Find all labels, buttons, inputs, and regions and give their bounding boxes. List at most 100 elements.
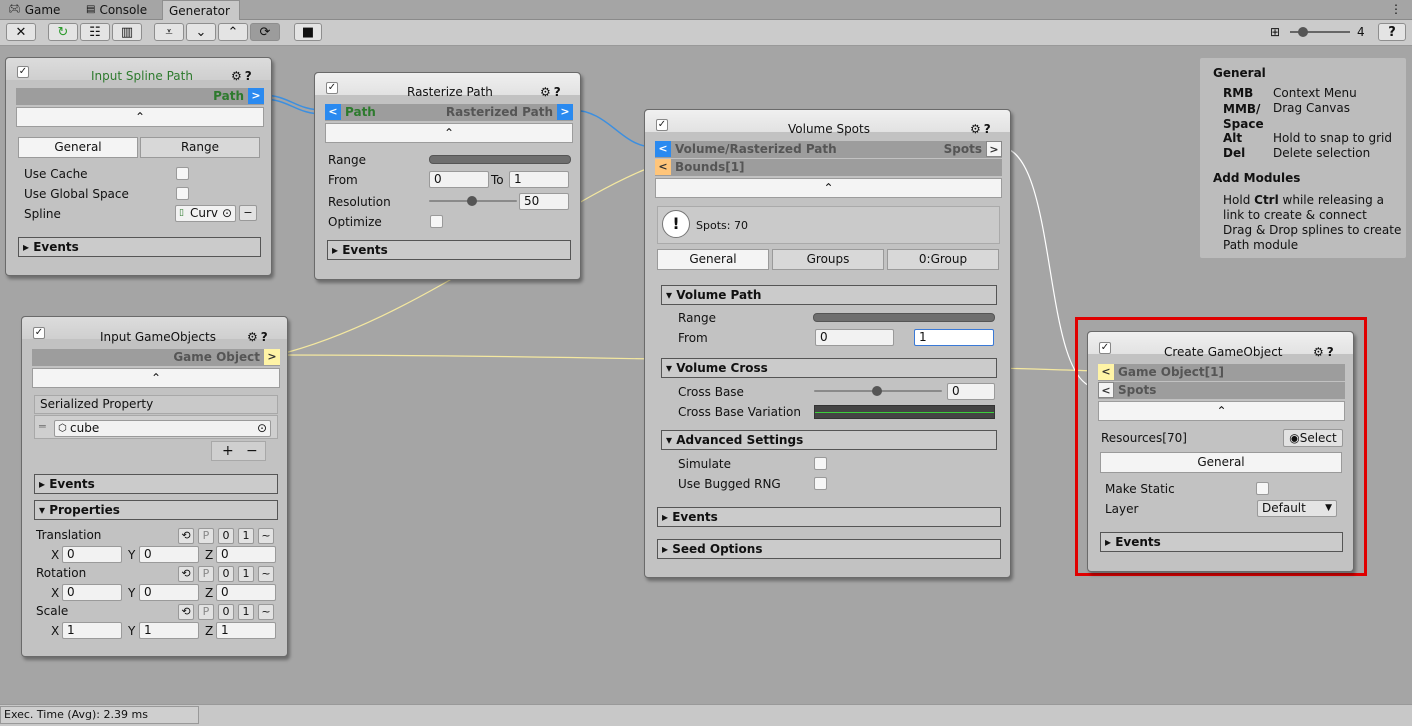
resolution-field[interactable]: 50 xyxy=(519,193,569,210)
node-enable-checkbox[interactable]: ✓ xyxy=(1099,342,1111,354)
gameobject-field[interactable]: ⬡ cube ⊙ xyxy=(54,420,271,437)
use-global-space-checkbox[interactable] xyxy=(176,187,189,200)
tab-range[interactable]: Range xyxy=(140,137,260,158)
make-static-checkbox[interactable] xyxy=(1256,482,1269,495)
node-rasterize-path[interactable]: ✓ Rasterize Path ⚙? < Path Rasterized Pa… xyxy=(314,72,581,280)
scale-link-icon[interactable]: ⟲ xyxy=(178,604,194,620)
gear-help-icons[interactable]: ⚙? xyxy=(231,69,255,83)
collapse-button[interactable]: ⌃ xyxy=(32,368,280,388)
rotation-y-field[interactable]: 0 xyxy=(139,584,199,601)
input-slot-label: Volume/Rasterized Path xyxy=(675,142,837,156)
select-button[interactable]: ◉Select xyxy=(1283,429,1343,447)
input-slot-bounds[interactable]: < xyxy=(655,159,671,175)
translation-p-button[interactable]: P xyxy=(198,528,214,544)
tab-general[interactable]: General xyxy=(1100,452,1342,473)
scale-y-field[interactable]: 1 xyxy=(139,622,199,639)
seed-options-foldout[interactable]: ▸ Seed Options xyxy=(657,539,1001,559)
rotation-link-icon[interactable]: ⟲ xyxy=(178,566,194,582)
tab-groups[interactable]: Groups xyxy=(772,249,884,270)
cross-base-field[interactable]: 0 xyxy=(947,383,995,400)
add-item-button[interactable]: + xyxy=(222,443,234,459)
properties-foldout[interactable]: ▾ Properties xyxy=(34,500,278,520)
node-input-gameobjects[interactable]: ✓ Input GameObjects ⚙? Game Object > ⌃ S… xyxy=(21,316,288,657)
translation-zero-button[interactable]: 0 xyxy=(218,528,234,544)
to-field[interactable]: 1 xyxy=(509,171,569,188)
tab-general[interactable]: General xyxy=(18,137,138,158)
tab-general[interactable]: General xyxy=(657,249,769,270)
layer-dropdown[interactable]: Default ▼ xyxy=(1257,500,1337,517)
node-enable-checkbox[interactable]: ✓ xyxy=(33,327,45,339)
from-field[interactable]: 0 xyxy=(429,171,489,188)
advanced-settings-foldout[interactable]: ▾ Advanced Settings xyxy=(661,430,997,450)
scale-x-field[interactable]: 1 xyxy=(62,622,122,639)
from-field[interactable]: 0 xyxy=(815,329,894,346)
node-enable-checkbox[interactable]: ✓ xyxy=(326,82,338,94)
translation-x-field[interactable]: 0 xyxy=(62,546,122,563)
events-label: Events xyxy=(33,240,79,254)
cross-base-slider-thumb[interactable] xyxy=(872,386,882,396)
use-bugged-rng-checkbox[interactable] xyxy=(814,477,827,490)
gear-help-icons[interactable]: ⚙? xyxy=(970,122,994,136)
object-picker-icon[interactable]: ⊙ xyxy=(257,421,267,436)
scale-z-field[interactable]: 1 xyxy=(216,622,276,639)
input-slot-spots[interactable]: < xyxy=(1098,382,1114,398)
list-item[interactable]: ═ ⬡ cube ⊙ xyxy=(34,415,278,439)
gear-help-icons[interactable]: ⚙? xyxy=(1313,345,1337,359)
scale-random-button[interactable]: ~ xyxy=(258,604,274,620)
volume-path-foldout[interactable]: ▾ Volume Path xyxy=(661,285,997,305)
events-foldout[interactable]: ▸ Events xyxy=(18,237,261,257)
translation-link-icon[interactable]: ⟲ xyxy=(178,528,194,544)
input-slot-gameobject[interactable]: < xyxy=(1098,364,1114,380)
remove-spline-button[interactable]: − xyxy=(239,205,257,221)
scale-p-button[interactable]: P xyxy=(198,604,214,620)
use-cache-checkbox[interactable] xyxy=(176,167,189,180)
spline-object-field[interactable]: Curv ⊙ ▯ xyxy=(175,205,236,222)
input-slot-volume[interactable]: < xyxy=(655,141,671,157)
simulate-checkbox[interactable] xyxy=(814,457,827,470)
volume-cross-foldout[interactable]: ▾ Volume Cross xyxy=(661,358,997,378)
node-enable-checkbox[interactable]: ✓ xyxy=(17,66,29,78)
optimize-checkbox[interactable] xyxy=(430,215,443,228)
scale-one-button[interactable]: 1 xyxy=(238,604,254,620)
gear-help-icons[interactable]: ⚙? xyxy=(247,330,271,344)
collapse-button[interactable]: ⌃ xyxy=(325,123,573,143)
collapse-button[interactable]: ⌃ xyxy=(1098,401,1345,421)
range-slider[interactable] xyxy=(429,155,571,164)
to-field[interactable]: 1 xyxy=(914,329,994,346)
range-slider[interactable] xyxy=(813,313,995,322)
input-slot-path[interactable]: < xyxy=(325,104,341,120)
cross-base-variation-curve[interactable] xyxy=(814,405,995,419)
translation-one-button[interactable]: 1 xyxy=(238,528,254,544)
rotation-one-button[interactable]: 1 xyxy=(238,566,254,582)
rotation-zero-button[interactable]: 0 xyxy=(218,566,234,582)
resolution-slider-thumb[interactable] xyxy=(467,196,477,206)
rotation-random-button[interactable]: ~ xyxy=(258,566,274,582)
rotation-z-field[interactable]: 0 xyxy=(216,584,276,601)
gear-help-icons[interactable]: ⚙? xyxy=(540,85,564,99)
scale-zero-button[interactable]: 0 xyxy=(218,604,234,620)
rotation-p-button[interactable]: P xyxy=(198,566,214,582)
collapse-button[interactable]: ⌃ xyxy=(16,107,264,127)
node-title: Input Spline Path xyxy=(91,69,193,83)
events-foldout[interactable]: ▸ Events xyxy=(327,240,571,260)
events-foldout[interactable]: ▸ Events xyxy=(34,474,278,494)
output-slot-rasterized-path[interactable]: > xyxy=(557,104,573,120)
output-slot-path[interactable]: > xyxy=(248,88,264,104)
remove-item-button[interactable]: − xyxy=(246,443,258,459)
node-enable-checkbox[interactable]: ✓ xyxy=(656,119,668,131)
translation-y-field[interactable]: 0 xyxy=(139,546,199,563)
node-volume-spots[interactable]: ✓ Volume Spots ⚙? < Volume/Rasterized Pa… xyxy=(644,109,1011,578)
translation-z-field[interactable]: 0 xyxy=(216,546,276,563)
node-create-gameobject[interactable]: ✓ Create GameObject ⚙? < Game Object[1] … xyxy=(1087,331,1354,572)
translation-random-button[interactable]: ~ xyxy=(258,528,274,544)
object-picker-icon[interactable]: ⊙ xyxy=(222,206,232,221)
drag-handle-icon[interactable]: ═ xyxy=(39,420,46,433)
rotation-x-field[interactable]: 0 xyxy=(62,584,122,601)
node-input-spline-path[interactable]: ✓ Input Spline Path ⚙? Path > ⌃ General … xyxy=(5,57,272,276)
collapse-button[interactable]: ⌃ xyxy=(655,178,1002,198)
events-foldout[interactable]: ▸ Events xyxy=(1100,532,1343,552)
events-foldout[interactable]: ▸ Events xyxy=(657,507,1001,527)
output-slot-spots[interactable]: > xyxy=(986,141,1002,157)
tab-group-0[interactable]: 0:Group xyxy=(887,249,999,270)
output-slot-gameobject[interactable]: > xyxy=(264,349,280,365)
